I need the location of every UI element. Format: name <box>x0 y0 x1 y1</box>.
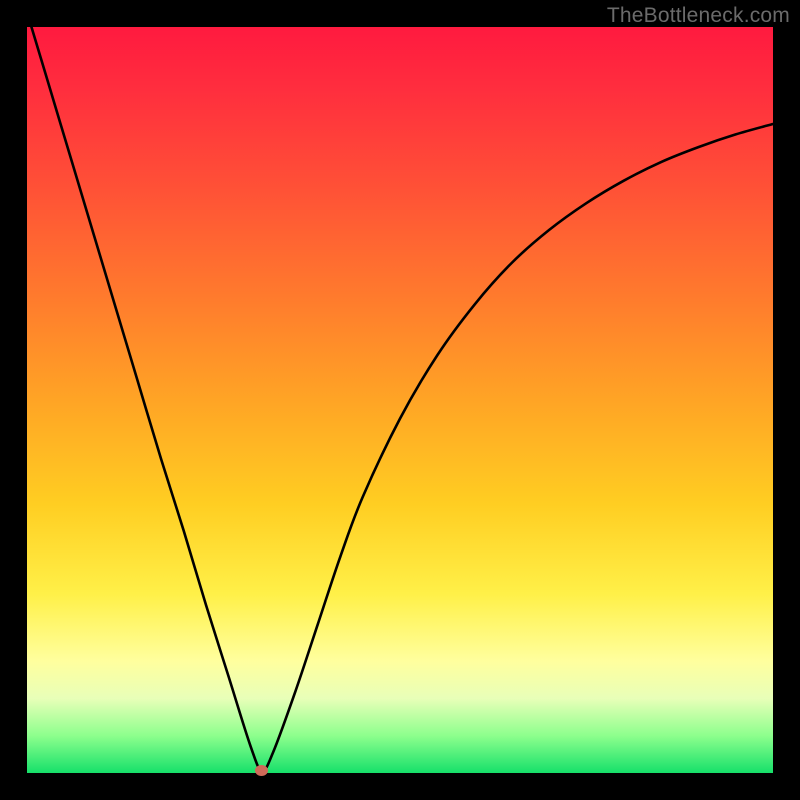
watermark-text: TheBottleneck.com <box>607 4 790 28</box>
chart-frame: TheBottleneck.com <box>0 0 800 800</box>
bottleneck-curve <box>27 27 773 773</box>
minimum-marker <box>255 765 268 776</box>
plot-area <box>27 27 773 773</box>
